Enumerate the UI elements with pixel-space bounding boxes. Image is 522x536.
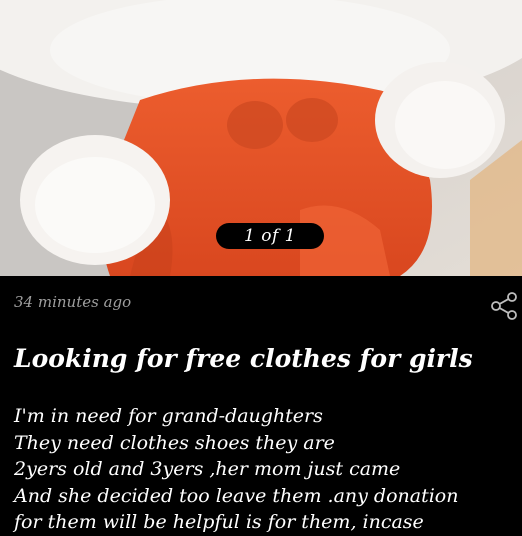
- listing-description: I'm in need for grand-daughters They nee…: [14, 403, 518, 536]
- pager-label: 1 of 1: [244, 226, 296, 246]
- description-line: for them will be helpful is for them, in…: [14, 511, 424, 533]
- description-line: 2yers old and 3yers ,her mom just came: [14, 458, 401, 480]
- listing-title: Looking for free clothes for girls: [14, 344, 473, 373]
- photo-pager: 1 of 1: [216, 223, 324, 249]
- description-line: I'm in need for grand-daughters: [14, 405, 323, 427]
- share-icon: [491, 292, 517, 320]
- share-button[interactable]: [488, 290, 520, 322]
- description-line: They need clothes shoes they are: [14, 431, 335, 454]
- description-line: And she decided too leave them .any dona…: [14, 484, 459, 507]
- posted-time: 34 minutes ago: [14, 293, 132, 311]
